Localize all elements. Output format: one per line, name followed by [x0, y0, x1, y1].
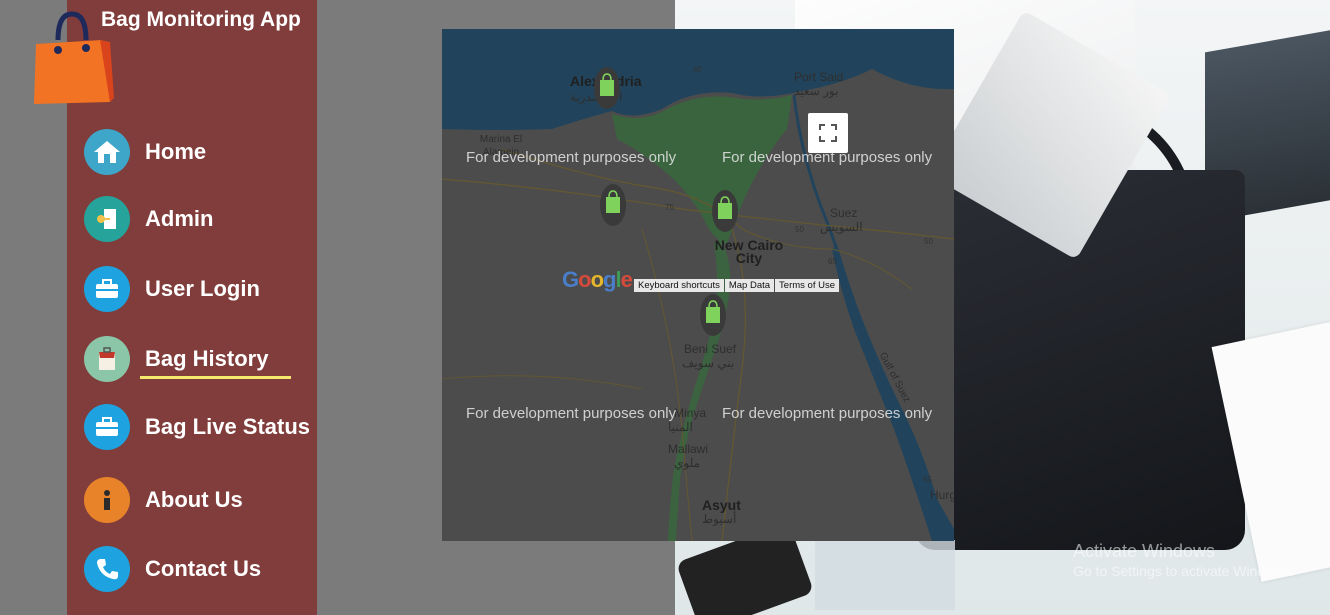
city-label: Mallawi	[668, 442, 709, 456]
nav-item-admin[interactable]: Admin	[84, 196, 213, 242]
nav-label-about-us: About Us	[145, 487, 243, 512]
bag-location-marker[interactable]	[699, 293, 727, 337]
nav-item-user-login[interactable]: User Login	[84, 266, 260, 312]
dev-notice: For development purposes only	[466, 149, 677, 166]
nav-item-about-us[interactable]: About Us	[84, 477, 243, 523]
nav-label-user-login: User Login	[145, 276, 260, 301]
road-number: 65	[828, 257, 837, 266]
nav-label-bag-history: Bag History	[145, 346, 269, 371]
city-label: Hurg	[930, 488, 954, 502]
nav-item-bag-live-status[interactable]: Bag Live Status	[84, 404, 310, 450]
active-nav-underline	[140, 376, 291, 379]
key-door-icon	[84, 196, 130, 242]
phone-icon	[84, 546, 130, 592]
briefcase-icon	[84, 404, 130, 450]
bag-history-map[interactable]: Alexandria الإسكندرية Port Said بور سعيد…	[442, 29, 954, 541]
city-label: Suez	[830, 206, 858, 220]
city-label: ملوي	[674, 456, 700, 470]
map-data-link[interactable]: Map Data	[724, 279, 775, 292]
nav-label-home: Home	[145, 139, 207, 164]
activate-windows-title: Activate Windows	[1073, 541, 1216, 561]
briefcase-icon	[84, 266, 130, 312]
city-label: Beni Suef	[684, 342, 737, 356]
fullscreen-button[interactable]	[808, 113, 848, 153]
keyboard-shortcuts-link[interactable]: Keyboard shortcuts	[634, 279, 724, 292]
city-label: بور سعيد	[794, 84, 839, 98]
bag-location-marker[interactable]	[593, 66, 621, 110]
info-icon	[84, 477, 130, 523]
city-label: المنيا	[668, 420, 693, 434]
map-attribution: Keyboard shortcuts Map Data Terms of Use	[634, 279, 840, 292]
dev-notice: For development purposes only	[722, 405, 933, 422]
google-logo: Google	[562, 267, 633, 292]
nav-label-contact-us: Contact Us	[145, 556, 262, 581]
bag-location-marker[interactable]	[711, 189, 739, 233]
nav-item-home[interactable]: Home	[84, 129, 206, 175]
road-number: 75	[665, 203, 674, 212]
dev-notice: For development purposes only	[466, 405, 677, 422]
road-number: 50	[924, 237, 933, 246]
activate-windows-subtitle: Go to Settings to activate Windows.	[1073, 563, 1294, 579]
city-label: Minya	[674, 406, 707, 420]
fullscreen-icon	[819, 124, 837, 142]
nav-label-admin: Admin	[145, 206, 214, 231]
road-number: 65	[923, 475, 932, 484]
city-label: Asyut	[702, 497, 741, 513]
activate-windows-watermark: Activate Windows Go to Settings to activ…	[1073, 541, 1294, 581]
city-label: Port Said	[794, 70, 844, 84]
bag-location-marker[interactable]	[599, 183, 627, 227]
app-title: Bag Monitoring App	[101, 8, 301, 31]
road-number: 40	[693, 65, 702, 74]
city-label: أسيوط	[702, 512, 737, 526]
city-label: New Cairo City	[714, 237, 784, 266]
nav-item-contact-us[interactable]: Contact Us	[84, 546, 261, 592]
nav-label-bag-live-status: Bag Live Status	[145, 414, 311, 439]
home-icon	[84, 129, 130, 175]
bag-history-icon	[84, 336, 130, 382]
city-label: السويس	[820, 220, 863, 234]
terms-of-use-link[interactable]: Terms of Use	[775, 279, 840, 292]
city-label: بني سويف	[682, 356, 735, 370]
road-number: 50	[795, 225, 804, 234]
